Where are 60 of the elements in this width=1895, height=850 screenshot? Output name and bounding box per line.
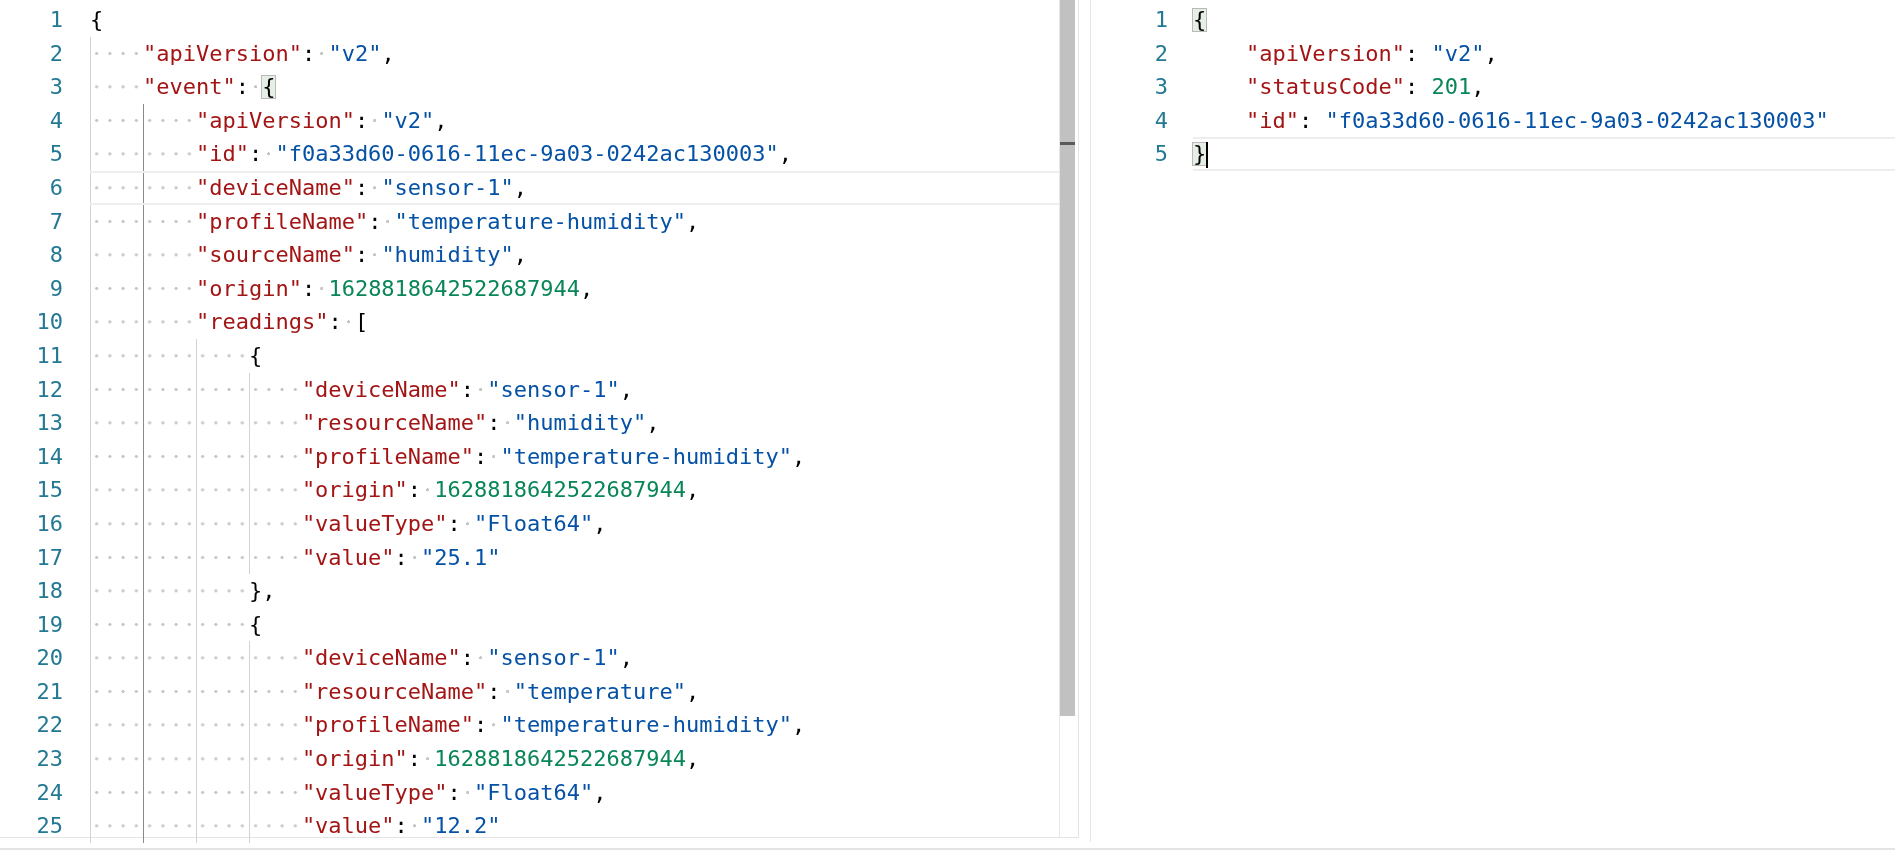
code-line: "origin": 1628818642522687944, bbox=[90, 742, 1059, 776]
line-number: 3 bbox=[48, 73, 64, 102]
code-line: } bbox=[1193, 137, 1895, 171]
code-line: "id": "f0a33d60-0616-11ec-9a03-0242ac130003" bbox=[1244, 106, 1830, 135]
code-line: "sourceName": "humidity", bbox=[90, 238, 1059, 272]
code-line: "readings": [ bbox=[90, 305, 1059, 339]
line-number: 6 bbox=[48, 173, 64, 202]
scrollbar-thumb[interactable] bbox=[1060, 0, 1075, 716]
line-number: 20 bbox=[35, 644, 64, 673]
line-number: 11 bbox=[35, 341, 64, 370]
code-line: "value": "25.1" bbox=[90, 540, 1059, 575]
line-number: 3 bbox=[1153, 73, 1169, 102]
code-line: "origin": 1628818642522687944, bbox=[90, 473, 1059, 507]
code-line: "apiVersion": "v2", bbox=[90, 36, 1059, 71]
code-line: "deviceName": "sensor-1", bbox=[90, 372, 1059, 407]
line-number: 4 bbox=[48, 106, 64, 135]
line-number: 7 bbox=[48, 207, 64, 236]
line-number: 14 bbox=[35, 442, 64, 471]
line-number: 17 bbox=[35, 543, 64, 572]
code-line: "value": "12.2" bbox=[90, 809, 1059, 843]
line-number: 2 bbox=[1153, 39, 1169, 68]
code-line: "profileName": "temperature-humidity", bbox=[90, 708, 1059, 743]
code-line: "deviceName": "sensor-1", bbox=[90, 170, 1059, 205]
line-number: 13 bbox=[35, 409, 64, 438]
line-number: 18 bbox=[35, 577, 64, 606]
line-number: 5 bbox=[1153, 140, 1169, 169]
line-number: 21 bbox=[35, 677, 64, 706]
line-number: 16 bbox=[35, 509, 64, 538]
code-line: "valueType": "Float64", bbox=[90, 506, 1059, 541]
line-number: 1 bbox=[1153, 6, 1169, 34]
code-line: "event": { bbox=[90, 70, 1059, 104]
line-number: 19 bbox=[35, 610, 64, 639]
line-number: 25 bbox=[35, 812, 64, 841]
line-number: 15 bbox=[35, 476, 64, 505]
code-line: "apiVersion": "v2", bbox=[90, 103, 1059, 138]
line-number: 2 bbox=[48, 39, 64, 68]
line-number: 4 bbox=[1153, 106, 1169, 135]
code-line: { bbox=[90, 338, 1059, 373]
code-line: "origin": 1628818642522687944, bbox=[90, 271, 1059, 306]
code-line: "profileName": "temperature-humidity", bbox=[90, 439, 1059, 474]
code-line: "resourceName": "temperature", bbox=[90, 674, 1059, 709]
code-line: "apiVersion": "v2", bbox=[1244, 39, 1499, 68]
code-line: "valueType": "Float64", bbox=[90, 775, 1059, 810]
code-line: "resourceName": "humidity", bbox=[90, 406, 1059, 440]
line-number: 10 bbox=[35, 308, 64, 337]
line-number: 24 bbox=[35, 778, 64, 807]
code-line: "profileName": "temperature-humidity", bbox=[90, 204, 1059, 239]
line-number: 5 bbox=[48, 140, 64, 169]
line-number: 1 bbox=[48, 6, 64, 34]
code-line: }, bbox=[90, 574, 1059, 608]
code-line: "deviceName": "sensor-1", bbox=[90, 641, 1059, 675]
line-number: 12 bbox=[35, 375, 64, 404]
line-number: 22 bbox=[35, 711, 64, 740]
line-number: 9 bbox=[48, 274, 64, 303]
code-line: "id": "f0a33d60-0616-11ec-9a03-0242ac130003", bbox=[90, 137, 1059, 171]
line-number: 23 bbox=[35, 745, 64, 774]
code-line: { bbox=[90, 6, 105, 34]
code-line: { bbox=[90, 607, 1059, 642]
code-line: "statusCode": 201, bbox=[1244, 73, 1486, 102]
line-number: 8 bbox=[48, 241, 64, 270]
